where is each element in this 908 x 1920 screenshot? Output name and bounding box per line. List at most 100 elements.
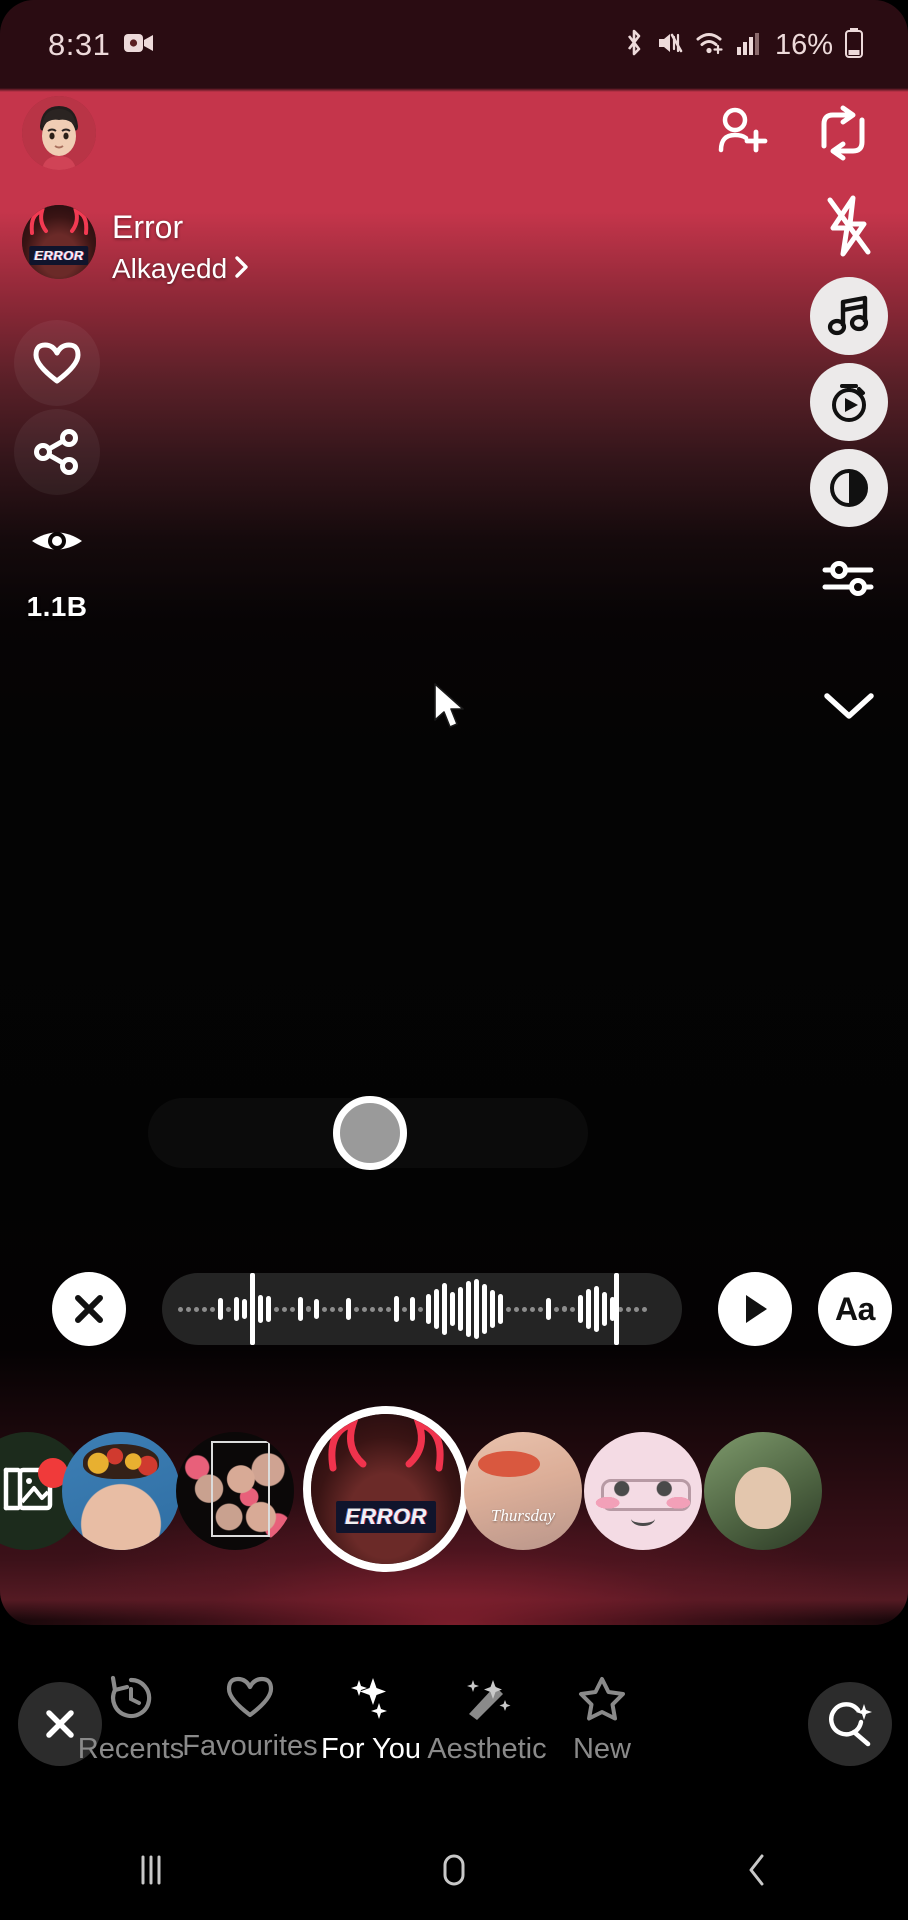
nav-item-new[interactable]: New [527, 1674, 677, 1766]
waveform-bar [578, 1295, 583, 1323]
avatar[interactable] [22, 96, 96, 170]
right-action-rail [806, 175, 892, 749]
star-icon [577, 1674, 627, 1727]
battery-percent: 16% [774, 28, 833, 61]
lens-lips-thursday[interactable]: Thursday [464, 1432, 582, 1550]
waveform-bar [386, 1306, 391, 1312]
audio-trim-bar: Aa [0, 1272, 908, 1346]
lens-green-partial[interactable] [704, 1432, 822, 1550]
share-button[interactable] [14, 409, 100, 495]
back-button[interactable] [697, 1848, 817, 1892]
camera-top-bar [0, 88, 908, 198]
tone-contrast-button[interactable] [810, 449, 888, 527]
view-count: 1.1B [26, 591, 88, 622]
waveform-bar [498, 1294, 503, 1324]
flip-camera-button[interactable] [812, 102, 874, 169]
home-button[interactable] [394, 1848, 514, 1892]
lens-text-block: Error Alkayedd [112, 205, 250, 285]
sparkles-icon [345, 1674, 397, 1727]
lens-thumb-art [704, 1432, 822, 1550]
waveform-bar [178, 1306, 183, 1312]
lens-thumb-art [176, 1432, 294, 1550]
chevron-down-button[interactable] [806, 663, 892, 749]
waveform-bar [234, 1297, 239, 1321]
settings-sliders-button[interactable] [806, 535, 892, 621]
waveform-bar [242, 1299, 247, 1319]
trim-start-handle[interactable] [250, 1273, 256, 1345]
audio-waveform[interactable] [162, 1273, 682, 1345]
waveform-bar [378, 1306, 383, 1312]
lens-boy-flowers[interactable] [62, 1432, 180, 1550]
audio-play-button[interactable] [718, 1272, 792, 1346]
lens-attribution[interactable]: ERROR Error Alkayedd [22, 205, 250, 285]
waveform-bar [634, 1306, 639, 1312]
lens-cats-grid[interactable] [176, 1432, 294, 1550]
waveform-bar [562, 1306, 567, 1312]
lens-thumb-art [584, 1432, 702, 1550]
waveform-bar [442, 1283, 447, 1335]
waveform-bar [210, 1306, 215, 1312]
lens-lips-label: Thursday [490, 1506, 556, 1526]
waveform-bar [186, 1306, 191, 1312]
waveform-bar [626, 1306, 631, 1312]
waveform-bar [218, 1298, 223, 1320]
waveform-bar [202, 1306, 207, 1312]
flash-off-button[interactable] [806, 183, 892, 269]
waveform-bar [602, 1292, 607, 1326]
waveform-bar [538, 1306, 543, 1312]
cellular-signal-icon [736, 30, 760, 61]
mute-icon [656, 29, 684, 62]
lens-pink-glasses[interactable] [584, 1432, 702, 1550]
lens-thumb-tag: ERROR [29, 246, 89, 266]
history-icon [107, 1674, 155, 1727]
waveform-bar [394, 1296, 399, 1322]
lens-thumb-art [62, 1432, 180, 1550]
views-button[interactable] [14, 498, 100, 584]
waveform-bar [458, 1287, 463, 1331]
waveform-bar [594, 1286, 599, 1332]
status-bar-right: 16% [623, 27, 864, 63]
waveform-bar [474, 1279, 479, 1339]
lens-thumbnail[interactable]: ERROR [22, 205, 96, 279]
bluetooth-icon [623, 28, 645, 63]
waveform-bar [482, 1284, 487, 1334]
lens-carousel[interactable]: ERROR Thursday [0, 1400, 908, 1600]
chevron-right-icon [234, 255, 250, 284]
add-friend-button[interactable] [712, 104, 772, 165]
recent-apps-button[interactable] [91, 1851, 211, 1889]
nav-label-for-you: For You [321, 1733, 421, 1765]
search-lenses-button[interactable] [808, 1682, 892, 1766]
lens-error-selected[interactable]: ERROR [303, 1406, 469, 1572]
waveform-bar [402, 1306, 407, 1312]
waveform-bar [410, 1297, 415, 1321]
favourite-button[interactable] [14, 320, 100, 406]
waveform-bar [346, 1298, 351, 1320]
trim-end-handle[interactable] [614, 1273, 620, 1345]
video-record-icon [124, 32, 154, 59]
add-text-label: Aa [835, 1290, 875, 1327]
waveform-bar [306, 1306, 311, 1312]
waveform-bar [362, 1306, 367, 1312]
status-time: 8:31 [48, 27, 111, 62]
waveform-bar [426, 1294, 431, 1324]
waveform-bar [322, 1306, 327, 1312]
waveform-bar [586, 1289, 591, 1329]
waveform-bar [554, 1306, 559, 1312]
lens-category-nav: Recents Favourites For You Aesthetic New [0, 1660, 908, 1820]
waveform-bar [490, 1290, 495, 1328]
lens-author-row[interactable]: Alkayedd [112, 253, 250, 285]
shutter-button[interactable] [333, 1096, 407, 1170]
audio-close-button[interactable] [52, 1272, 126, 1346]
lens-title: Error [112, 209, 184, 245]
music-note-button[interactable] [810, 277, 888, 355]
heart-icon [226, 1674, 274, 1724]
add-text-button[interactable]: Aa [818, 1272, 892, 1346]
lens-thumb-art [464, 1432, 582, 1550]
timer-speed-button[interactable] [810, 363, 888, 441]
waveform-bar [314, 1299, 319, 1319]
waveform-bar [298, 1297, 303, 1321]
waveform-bar [370, 1306, 375, 1312]
waveform-bar [522, 1306, 527, 1312]
phone-screen: 8:31 16% ERROR Error Alkayedd 1.1B Aa ER… [0, 0, 908, 1920]
android-nav-bar [0, 1820, 908, 1920]
